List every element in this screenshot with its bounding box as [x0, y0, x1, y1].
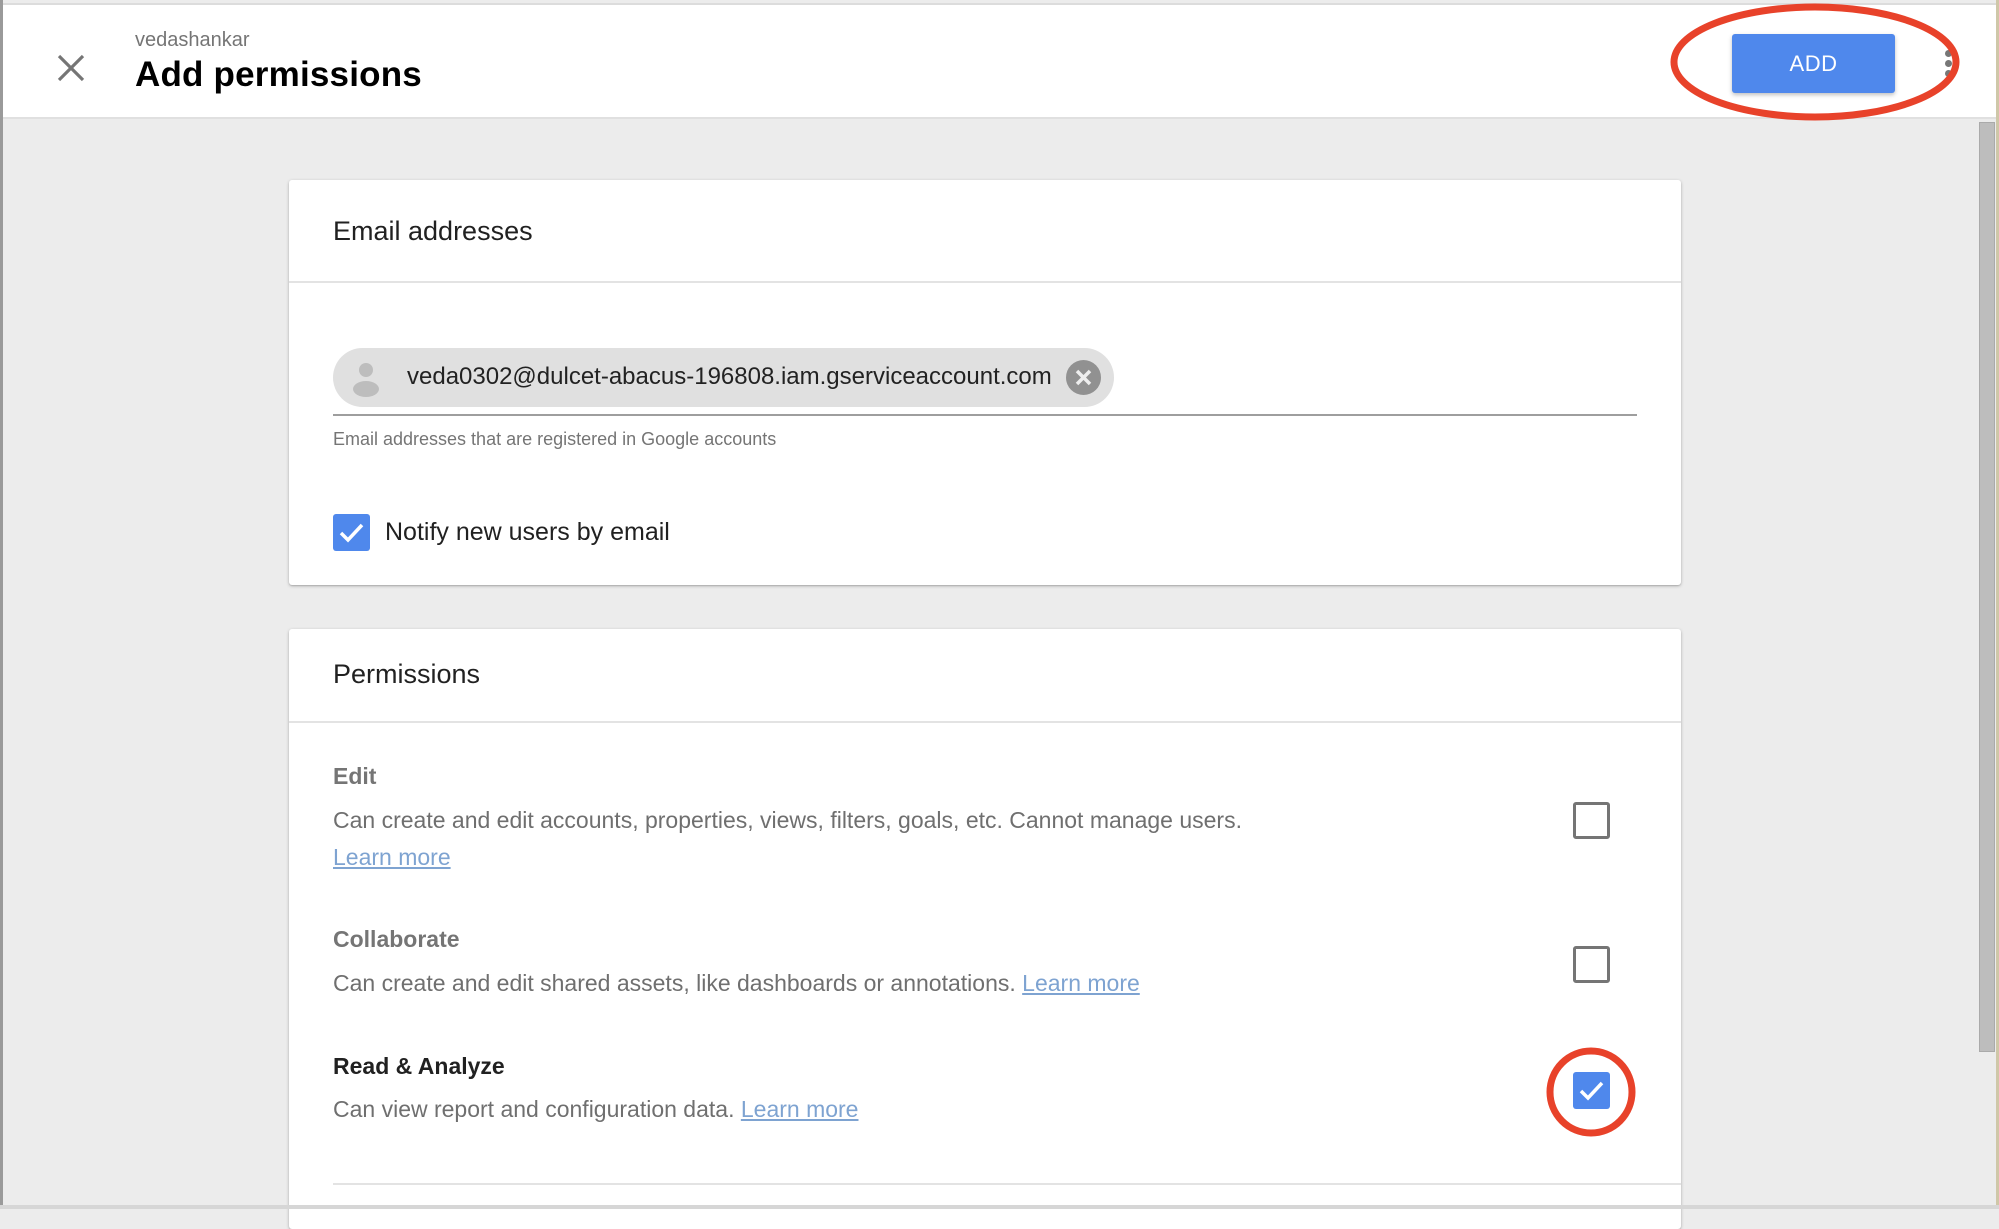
read-analyze-permission-description: Can view report and configuration data. … [333, 1091, 1353, 1128]
more-vert-icon-dot [1944, 70, 1952, 77]
collaborate-permission-title: Collaborate [333, 926, 460, 952]
add-button[interactable]: ADD [1732, 34, 1895, 93]
permissions-card: Permissions Edit Can create and edit acc… [289, 629, 1681, 1229]
close-icon [57, 54, 85, 82]
edit-permission-title: Edit [333, 763, 377, 789]
edit-description-text: Can create and edit accounts, properties… [333, 807, 1242, 833]
read-analyze-description-text: Can view report and configuration data. [333, 1096, 735, 1122]
edit-permission-description: Can create and edit accounts, properties… [333, 802, 1353, 876]
close-button[interactable] [51, 48, 91, 88]
top-app-bar: vedashankar Add permissions ADD [3, 3, 1996, 119]
person-icon [353, 363, 379, 397]
collaborate-description-text: Can create and edit shared assets, like … [333, 970, 1016, 996]
email-section-heading: Email addresses [333, 216, 533, 246]
notify-label: Notify new users by email [385, 518, 670, 546]
notify-checkbox[interactable] [333, 514, 370, 551]
account-name: vedashankar [135, 29, 250, 51]
edit-learn-more-link[interactable]: Learn more [333, 844, 451, 870]
permissions-divider [333, 1183, 1681, 1185]
collaborate-checkbox[interactable] [1573, 946, 1610, 983]
check-icon [339, 523, 364, 543]
remove-email-button[interactable] [1066, 360, 1101, 395]
window-bottom-edge [0, 1205, 1999, 1209]
email-addresses-card: Email addresses veda0302@dulcet-abacus-1… [289, 180, 1681, 585]
email-chip: veda0302@dulcet-abacus-196808.iam.gservi… [333, 348, 1114, 407]
permissions-section-heading: Permissions [333, 659, 481, 689]
window-left-edge [0, 0, 3, 1209]
edit-checkbox[interactable] [1573, 802, 1610, 839]
read-analyze-checkbox[interactable] [1573, 1072, 1610, 1109]
read-analyze-learn-more-link[interactable]: Learn more [741, 1096, 859, 1122]
email-chip-address: veda0302@dulcet-abacus-196808.iam.gservi… [407, 363, 1052, 390]
page-title: Add permissions [135, 55, 422, 94]
more-options-button[interactable] [1938, 47, 1958, 87]
more-vert-icon [1944, 50, 1952, 57]
more-vert-icon-dot [1944, 60, 1952, 67]
collaborate-learn-more-link[interactable]: Learn more [1022, 970, 1140, 996]
email-card-header: Email addresses [289, 180, 1681, 283]
scrollbar-thumb[interactable] [1979, 122, 1995, 1052]
collaborate-permission-description: Can create and edit shared assets, like … [333, 965, 1353, 1002]
email-helper-text: Email addresses that are registered in G… [333, 429, 777, 449]
check-icon [1579, 1081, 1604, 1101]
permissions-card-header: Permissions [289, 629, 1681, 723]
cancel-icon [1075, 369, 1092, 386]
email-input-underline[interactable] [333, 414, 1637, 416]
read-analyze-permission-title: Read & Analyze [333, 1053, 505, 1079]
